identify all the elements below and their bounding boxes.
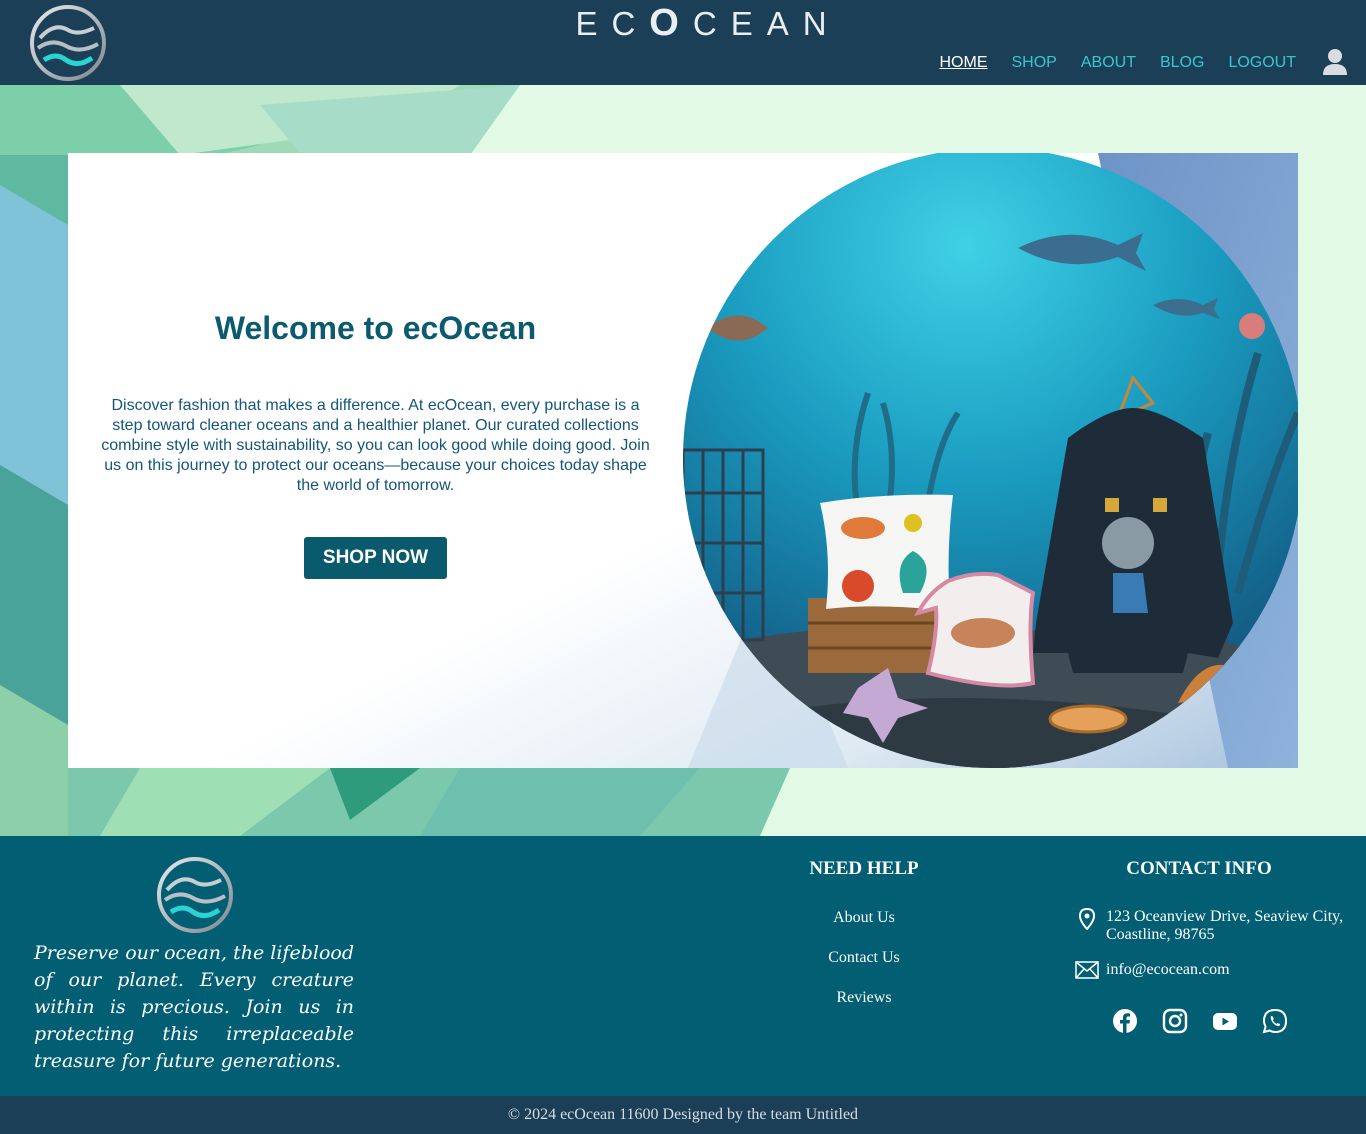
brand-prefix: EC <box>575 5 650 42</box>
contact-address: 123 Oceanview Drive, Seaview City, Coast… <box>1068 908 1356 944</box>
brand-suffix: CEAN <box>692 5 841 42</box>
contact-email: info@ecocean.com <box>1068 961 1356 979</box>
footer-link-contact-us[interactable]: Contact Us <box>764 949 964 989</box>
facebook-icon[interactable] <box>1112 1008 1138 1034</box>
copyright-bar: © 2024 ecOcean 11600 Designed by the tea… <box>0 1096 1366 1134</box>
user-icon[interactable] <box>1322 48 1348 76</box>
hero-card: Welcome to ecOcean Discover fashion that… <box>68 153 1298 768</box>
location-pin-icon <box>1068 908 1106 930</box>
brand-big-letter: O <box>649 2 693 44</box>
youtube-icon[interactable] <box>1212 1008 1238 1034</box>
brand-wordmark: ECOCEAN <box>0 2 1366 45</box>
nav-home[interactable]: HOME <box>940 54 988 72</box>
whatsapp-icon[interactable] <box>1262 1008 1288 1034</box>
need-help-heading: NEED HELP <box>809 858 919 879</box>
address-text: 123 Oceanview Drive, Seaview City, Coast… <box>1106 908 1344 943</box>
nav-logout[interactable]: LOGOUT <box>1228 54 1296 72</box>
social-links <box>1112 1008 1288 1034</box>
hero-title: Welcome to ecOcean <box>214 310 537 346</box>
contact-info-heading: CONTACT INFO <box>1126 858 1272 879</box>
shop-now-button[interactable]: SHOP NOW <box>304 537 447 579</box>
hero-text-panel: Welcome to ecOcean Discover fashion that… <box>68 153 728 768</box>
envelope-icon <box>1068 961 1106 979</box>
footer-logo-icon[interactable] <box>155 856 235 934</box>
footer-tagline: Preserve our ocean, the lifeblood of our… <box>34 942 354 1072</box>
footer-link-about-us[interactable]: About Us <box>764 909 964 949</box>
copyright-text: © 2024 ecOcean 11600 Designed by the tea… <box>507 1106 859 1123</box>
footer-link-reviews[interactable]: Reviews <box>764 989 964 1029</box>
nav-blog[interactable]: BLOG <box>1160 54 1204 72</box>
site-footer: Preserve our ocean, the lifeblood of our… <box>0 836 1366 1096</box>
hero-description: Discover fashion that makes a difference… <box>101 397 650 494</box>
nav-about[interactable]: ABOUT <box>1081 54 1136 72</box>
main-nav: HOME SHOP ABOUT BLOG LOGOUT <box>940 54 1297 72</box>
site-header: ECOCEAN HOME SHOP ABOUT BLOG LOGOUT <box>0 0 1366 85</box>
instagram-icon[interactable] <box>1162 1008 1188 1034</box>
email-text[interactable]: info@ecocean.com <box>1106 961 1356 979</box>
help-links: About Us Contact Us Reviews <box>764 909 964 1029</box>
nav-shop[interactable]: SHOP <box>1012 54 1057 72</box>
